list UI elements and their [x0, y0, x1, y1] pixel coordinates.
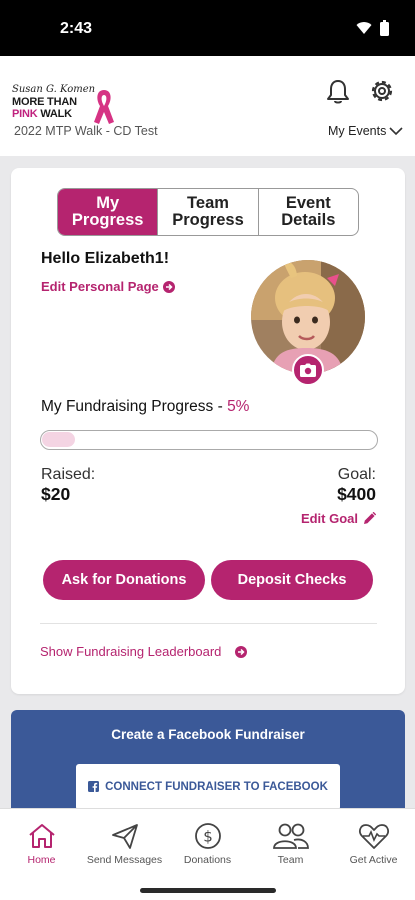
nav-donations[interactable]: $ Donations [166, 809, 249, 878]
arrow-circle-right-icon [162, 280, 175, 293]
fundraising-progress-title: My Fundraising Progress - 5% [41, 398, 250, 415]
event-name: 2022 MTP Walk - CD Test [14, 124, 158, 138]
pink-ribbon-icon [94, 90, 114, 124]
show-leaderboard-link[interactable]: Show Fundraising Leaderboard [40, 644, 248, 659]
arrow-circle-right-icon [235, 645, 248, 658]
greeting: Hello Elizabeth1! [41, 250, 170, 267]
edit-goal-label: Edit Goal [300, 511, 358, 526]
heartbeat-icon [358, 824, 389, 849]
tab-team-progress[interactable]: Team Progress [158, 189, 259, 235]
tab-my-progress[interactable]: My Progress [58, 189, 159, 235]
edit-personal-page-label: Edit Personal Page [41, 279, 159, 294]
raised-label: Raised: [41, 466, 96, 483]
fundraising-percent: 5% [227, 398, 250, 415]
nav-send-messages-label: Send Messages [86, 854, 163, 866]
notifications-button[interactable] [324, 78, 352, 106]
status-icons [356, 20, 389, 36]
pencil-icon [364, 512, 376, 524]
raised-value: $20 [41, 484, 71, 504]
settings-button[interactable] [367, 76, 397, 106]
progress-card: My Progress Team Progress Event Details … [11, 168, 405, 694]
system-gesture-bar [0, 878, 415, 900]
svg-text:$: $ [203, 828, 213, 846]
facebook-icon [88, 781, 100, 792]
home-icon [28, 824, 55, 848]
tab-event-details[interactable]: Event Details [259, 189, 358, 235]
gear-icon [371, 80, 393, 102]
edit-personal-page-link[interactable]: Edit Personal Page [41, 279, 175, 294]
dollar-circle-icon: $ [194, 823, 221, 849]
progress-fill [42, 432, 76, 447]
app-header: Susan G. Komen MORE THAN PINK WALK 2022 … [0, 56, 415, 156]
facebook-fundraiser-banner: Create a Facebook Fundraiser CONNECT FUN… [11, 710, 405, 820]
wifi-icon [356, 22, 372, 34]
ask-for-donations-button[interactable]: Ask for Donations [43, 560, 205, 600]
nav-home-label: Home [27, 854, 56, 866]
my-events-label: My Events [328, 124, 387, 138]
leaderboard-label: Show Fundraising Leaderboard [40, 644, 222, 659]
nav-home[interactable]: Home [0, 809, 83, 878]
goal-value: $400 [337, 484, 376, 504]
status-bar: 2:43 [0, 0, 415, 56]
connect-facebook-label: CONNECT FUNDRAISER TO FACEBOOK [105, 781, 328, 793]
connect-facebook-button[interactable]: CONNECT FUNDRAISER TO FACEBOOK [76, 764, 340, 810]
deposit-checks-button[interactable]: Deposit Checks [211, 560, 373, 600]
progress-tabs: My Progress Team Progress Event Details [57, 188, 359, 236]
status-time: 2:43 [60, 20, 93, 37]
facebook-banner-title: Create a Facebook Fundraiser [111, 727, 305, 742]
nav-team[interactable]: Team [249, 809, 332, 878]
home-gesture-handle[interactable] [140, 888, 276, 893]
logo-line1: MORE THAN [12, 96, 77, 108]
nav-get-active-label: Get Active [349, 854, 398, 866]
team-icon [272, 823, 309, 849]
camera-icon [300, 363, 316, 377]
logo-line2: PINK WALK [12, 108, 72, 120]
paper-plane-icon [111, 824, 138, 849]
edit-goal-link[interactable]: Edit Goal [301, 511, 376, 526]
divider [40, 623, 377, 624]
nav-donations-label: Donations [183, 854, 232, 866]
change-photo-button[interactable] [292, 354, 324, 386]
fundraising-progress-bar [40, 430, 378, 450]
chevron-down-icon [389, 127, 403, 136]
battery-icon [380, 20, 389, 36]
logo-brand: Susan G. Komen [12, 84, 96, 95]
nav-send-messages[interactable]: Send Messages [83, 809, 166, 878]
goal-label: Goal: [337, 466, 376, 483]
nav-team-label: Team [277, 854, 304, 866]
my-events-dropdown[interactable]: My Events [328, 124, 403, 138]
bell-icon [327, 80, 349, 104]
bottom-nav: Home Send Messages $ Donations Team Get … [0, 808, 415, 878]
nav-get-active[interactable]: Get Active [332, 809, 415, 878]
